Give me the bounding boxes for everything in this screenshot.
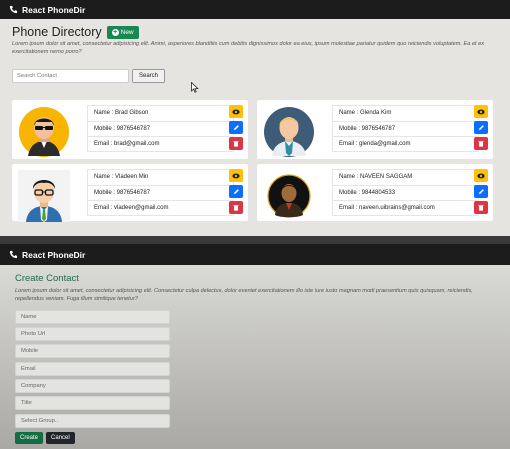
- delete-contact-button[interactable]: [229, 201, 243, 214]
- trash-icon: [478, 205, 484, 211]
- avatar-sunglasses-icon: [19, 107, 69, 157]
- create-contact-title: Create Contact: [15, 273, 79, 284]
- contact-card: Name : Glenda Kim Mobile : 9876546787 Em…: [257, 100, 493, 159]
- view-contact-button[interactable]: [474, 169, 488, 182]
- name-field[interactable]: Name: [15, 310, 170, 324]
- view-contact-button[interactable]: [474, 105, 488, 118]
- contact-name: Name : Vladeen Min: [87, 169, 234, 185]
- new-button-label: New: [120, 28, 134, 36]
- pencil-icon: [478, 189, 484, 194]
- phone-icon: [9, 5, 18, 14]
- trash-icon: [478, 141, 484, 147]
- directory-description: Lorem ipsum dolor sit amet, consectetur …: [12, 41, 485, 55]
- company-field[interactable]: Company: [15, 379, 170, 393]
- trash-icon: [233, 141, 239, 147]
- avatar-glasses-icon: [18, 170, 70, 222]
- edit-contact-button[interactable]: [229, 121, 243, 134]
- contact-email: Email : brad@gmail.com: [87, 136, 234, 152]
- view-contact-button[interactable]: [229, 169, 243, 182]
- email-field[interactable]: Email: [15, 362, 170, 376]
- eye-icon: [232, 173, 240, 178]
- eye-icon: [477, 173, 485, 178]
- edit-contact-button[interactable]: [474, 121, 488, 134]
- contact-email: Email : vladeen@gmail.com: [87, 200, 234, 216]
- title-field[interactable]: Title: [15, 396, 170, 410]
- contact-card: Name : Vladeen Min Mobile : 9876546787 E…: [12, 164, 248, 222]
- edit-contact-button[interactable]: [229, 185, 243, 198]
- contact-name: Name : Brad Gibson: [87, 105, 234, 121]
- contact-mobile: Mobile : 9876546787: [87, 184, 234, 200]
- new-contact-button[interactable]: + New: [106, 25, 139, 39]
- pencil-icon: [233, 125, 239, 130]
- create-button[interactable]: Create: [15, 432, 44, 444]
- search-button[interactable]: Search: [132, 69, 166, 83]
- cancel-button[interactable]: Cancel: [46, 432, 75, 444]
- contact-mobile: Mobile : 9876546787: [87, 120, 234, 136]
- photo-url-field[interactable]: Photo Url: [15, 327, 170, 341]
- avatar-photo-icon: [267, 174, 311, 218]
- pencil-icon: [233, 189, 239, 194]
- contact-email: Email : glenda@gmail.com: [332, 136, 479, 152]
- eye-icon: [232, 109, 240, 114]
- bottom-navbar: React PhoneDir: [0, 244, 510, 265]
- view-contact-button[interactable]: [229, 105, 243, 118]
- delete-contact-button[interactable]: [474, 201, 488, 214]
- phone-directory-panel: React PhoneDir Phone Directory + New Lor…: [0, 0, 510, 236]
- eye-icon: [477, 109, 485, 114]
- navbar-brand[interactable]: React PhoneDir: [22, 5, 85, 15]
- group-select[interactable]: Select Group..: [15, 414, 170, 428]
- navbar-brand[interactable]: React PhoneDir: [22, 250, 85, 260]
- delete-contact-button[interactable]: [229, 137, 243, 150]
- trash-icon: [233, 205, 239, 211]
- contact-card: Name : NAVEEN SAGGAM Mobile : 9844804533…: [257, 164, 493, 221]
- contact-name: Name : NAVEEN SAGGAM: [332, 169, 479, 185]
- contact-mobile: Mobile : 9844804533: [332, 184, 479, 200]
- phone-icon: [9, 250, 18, 259]
- page-title: Phone Directory: [12, 25, 102, 39]
- create-contact-panel: React PhoneDir Create Contact Lorem ipsu…: [0, 244, 510, 449]
- avatar-businessman-icon: [264, 107, 314, 157]
- plus-circle-icon: +: [111, 28, 119, 36]
- contact-email: Email : naveen.uibrains@gmail.com: [332, 200, 479, 216]
- pencil-icon: [478, 125, 484, 130]
- search-input[interactable]: Search Contact: [12, 69, 129, 83]
- contact-name: Name : Glenda Kim: [332, 105, 479, 121]
- contact-card: Name : Brad Gibson Mobile : 9876546787 E…: [12, 100, 248, 159]
- contact-mobile: Mobile : 9876546787: [332, 120, 479, 136]
- delete-contact-button[interactable]: [474, 137, 488, 150]
- mobile-field[interactable]: Mobile: [15, 344, 170, 358]
- mouse-cursor-icon: [191, 82, 199, 93]
- create-contact-description: Lorem ipsum dolor sit amet, consectetur …: [15, 288, 473, 302]
- top-navbar: React PhoneDir: [0, 0, 510, 19]
- edit-contact-button[interactable]: [474, 185, 488, 198]
